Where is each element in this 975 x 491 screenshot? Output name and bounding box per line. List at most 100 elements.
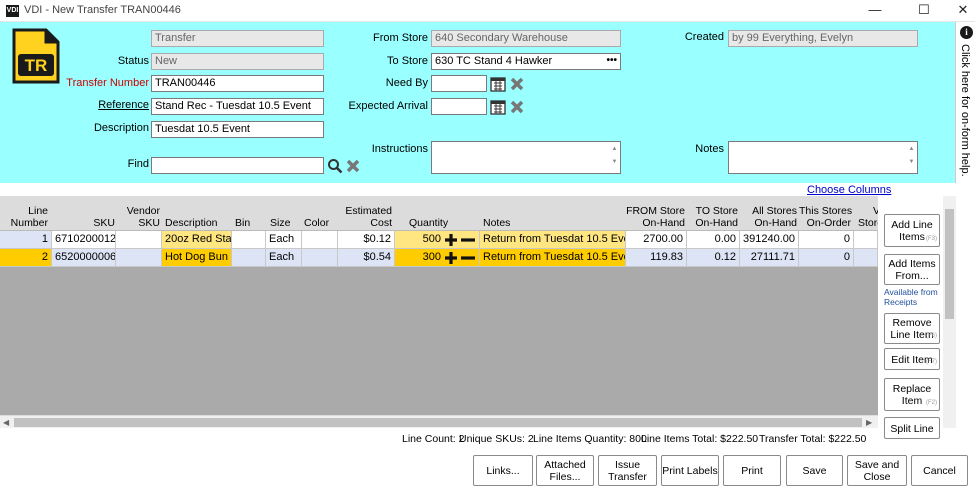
col-size[interactable]: Size bbox=[270, 196, 300, 231]
col-from-store-on-hand[interactable]: FROM Store On-Hand bbox=[626, 196, 685, 231]
cell-from-on-hand[interactable]: 2700.00 bbox=[626, 231, 687, 249]
issue-transfer-button[interactable]: Issue Transfer bbox=[598, 455, 657, 486]
cell-all-on-hand[interactable]: 27111.71 bbox=[740, 249, 799, 267]
table-row[interactable]: 2 6520000006 Hot Dog Bun Each $0.54 300 … bbox=[0, 249, 878, 267]
cell-sku[interactable]: 6520000006 bbox=[52, 249, 116, 267]
scroll-left-icon[interactable]: ◀ bbox=[3, 416, 9, 429]
cell-notes[interactable]: Return from Tuesdat 10.5 Event bbox=[480, 249, 626, 267]
col-this-stores-on-order[interactable]: This Stores On-Order bbox=[799, 196, 852, 231]
choose-columns-link[interactable]: Choose Columns bbox=[807, 184, 891, 196]
save-button[interactable]: Save bbox=[786, 455, 843, 486]
col-notes[interactable]: Notes bbox=[483, 196, 543, 231]
instructions-field[interactable]: ▲ ▼ bbox=[431, 141, 621, 174]
remove-line-item-button[interactable]: Remove Line Item (F6) bbox=[884, 313, 940, 344]
col-bin[interactable]: Bin bbox=[235, 196, 265, 231]
col-sku[interactable]: SKU bbox=[52, 196, 115, 231]
cell-sku[interactable]: 6710200012 bbox=[52, 231, 116, 249]
cell-to-on-hand[interactable]: 0.12 bbox=[687, 249, 740, 267]
cell-notes[interactable]: Return from Tuesdat 10.5 Event bbox=[480, 231, 626, 249]
transfer-number-field[interactable]: TRAN00446 bbox=[151, 75, 324, 92]
expected-arrival-field[interactable] bbox=[431, 98, 487, 115]
find-input[interactable] bbox=[151, 157, 324, 174]
help-text[interactable]: Click here for on-form help. bbox=[959, 44, 971, 177]
clear-need-by-icon[interactable] bbox=[509, 76, 525, 92]
split-line-button[interactable]: Split Line bbox=[884, 417, 940, 439]
clear-expected-arrival-icon[interactable] bbox=[509, 99, 525, 115]
scrollbar-thumb[interactable] bbox=[945, 209, 954, 319]
instructions-scrollbar[interactable]: ▲ ▼ bbox=[610, 143, 619, 172]
quantity-stepper[interactable] bbox=[445, 252, 475, 264]
scroll-right-icon[interactable]: ▶ bbox=[866, 416, 872, 429]
line-items-grid[interactable]: Line Number SKU Vendor SKU Description Bin… bbox=[0, 196, 878, 428]
col-color[interactable]: Color bbox=[304, 196, 338, 231]
cell-estimated-cost[interactable]: $0.12 bbox=[338, 231, 395, 249]
minimize-button[interactable]: — bbox=[855, 0, 895, 22]
status-label: Status bbox=[117, 55, 149, 67]
cell-this-on-order[interactable]: 0 bbox=[799, 249, 854, 267]
add-items-from-button[interactable]: Add Items From... bbox=[884, 254, 940, 285]
col-all-stores-on-hand[interactable]: All Stores On-Hand bbox=[740, 196, 797, 231]
print-labels-button[interactable]: Print Labels bbox=[661, 455, 719, 486]
cell-to-on-hand[interactable]: 0.00 bbox=[687, 231, 740, 249]
col-line-number[interactable]: Line Number bbox=[0, 196, 48, 231]
cell-color[interactable] bbox=[302, 249, 338, 267]
search-icon[interactable] bbox=[327, 158, 343, 174]
maximize-button[interactable]: ☐ bbox=[904, 0, 944, 22]
edit-item-button[interactable]: Edit Item (F7) bbox=[884, 348, 940, 370]
cell-description[interactable]: 20oz Red Sta... bbox=[162, 231, 232, 249]
cell-size[interactable]: Each bbox=[266, 231, 302, 249]
attached-files-button[interactable]: Attached Files... bbox=[536, 455, 594, 486]
cell-estimated-cost[interactable]: $0.54 bbox=[338, 249, 395, 267]
col-quantity[interactable]: Quantity bbox=[409, 196, 469, 231]
help-strip[interactable]: i Click here for on-form help. bbox=[955, 22, 975, 183]
cell-vendor-sku[interactable] bbox=[116, 249, 162, 267]
cell-bin[interactable] bbox=[232, 249, 266, 267]
app-icon: VDI bbox=[6, 5, 19, 17]
clear-find-icon[interactable] bbox=[345, 158, 361, 174]
info-icon[interactable]: i bbox=[960, 26, 973, 39]
vertical-scrollbar[interactable] bbox=[943, 196, 956, 428]
cell-extra[interactable] bbox=[854, 249, 878, 267]
replace-item-button[interactable]: Replace Item (F2) bbox=[884, 378, 940, 411]
col-estimated-cost[interactable]: Estimated Cost bbox=[338, 196, 392, 231]
cancel-button[interactable]: Cancel bbox=[911, 455, 968, 486]
cell-quantity[interactable]: 300 bbox=[395, 249, 480, 267]
col-extra[interactable]: VStore bbox=[858, 196, 878, 231]
cell-size[interactable]: Each bbox=[266, 249, 302, 267]
logo-text: TR bbox=[25, 56, 48, 75]
reference-field[interactable]: Stand Rec - Tuesdat 10.5 Event bbox=[151, 98, 324, 115]
cell-line-number[interactable]: 2 bbox=[0, 249, 52, 267]
notes-label: Notes bbox=[695, 143, 724, 155]
table-row[interactable]: 1 6710200012 20oz Red Sta... Each $0.12 … bbox=[0, 231, 878, 249]
cell-vendor-sku[interactable] bbox=[116, 231, 162, 249]
notes-field[interactable]: ▲ ▼ bbox=[728, 141, 918, 174]
add-line-items-button[interactable]: Add Line Items (F3) bbox=[884, 214, 940, 247]
cell-from-on-hand[interactable]: 119.83 bbox=[626, 249, 687, 267]
calendar-icon[interactable] bbox=[490, 99, 506, 115]
cell-all-on-hand[interactable]: 391240.00 bbox=[740, 231, 799, 249]
cell-extra[interactable] bbox=[854, 231, 878, 249]
cell-description[interactable]: Hot Dog Bun bbox=[162, 249, 232, 267]
col-description[interactable]: Description bbox=[165, 196, 231, 231]
col-vendor-sku[interactable]: Vendor SKU bbox=[116, 196, 160, 231]
cell-line-number[interactable]: 1 bbox=[0, 231, 52, 249]
links-button[interactable]: Links... bbox=[473, 455, 533, 486]
to-store-field[interactable]: 630 TC Stand 4 Hawker ••• bbox=[431, 53, 621, 70]
calendar-icon[interactable] bbox=[490, 76, 506, 92]
quantity-stepper[interactable] bbox=[445, 234, 475, 246]
cell-color[interactable] bbox=[302, 231, 338, 249]
to-store-lookup-button[interactable]: ••• bbox=[606, 54, 617, 67]
description-field[interactable]: Tuesdat 10.5 Event bbox=[151, 121, 324, 138]
scrollbar-thumb[interactable] bbox=[14, 418, 862, 427]
need-by-field[interactable] bbox=[431, 75, 487, 92]
cell-bin[interactable] bbox=[232, 231, 266, 249]
col-to-store-on-hand[interactable]: TO Store On-Hand bbox=[687, 196, 738, 231]
print-button[interactable]: Print bbox=[723, 455, 781, 486]
close-window-button[interactable]: ✕ bbox=[943, 0, 975, 22]
notes-scrollbar[interactable]: ▲ ▼ bbox=[907, 143, 916, 172]
horizontal-scrollbar[interactable]: ◀ ▶ bbox=[0, 415, 878, 428]
cell-this-on-order[interactable]: 0 bbox=[799, 231, 854, 249]
need-by-label: Need By bbox=[385, 77, 428, 89]
cell-quantity[interactable]: 500 bbox=[395, 231, 480, 249]
save-and-close-button[interactable]: Save and Close bbox=[847, 455, 907, 486]
